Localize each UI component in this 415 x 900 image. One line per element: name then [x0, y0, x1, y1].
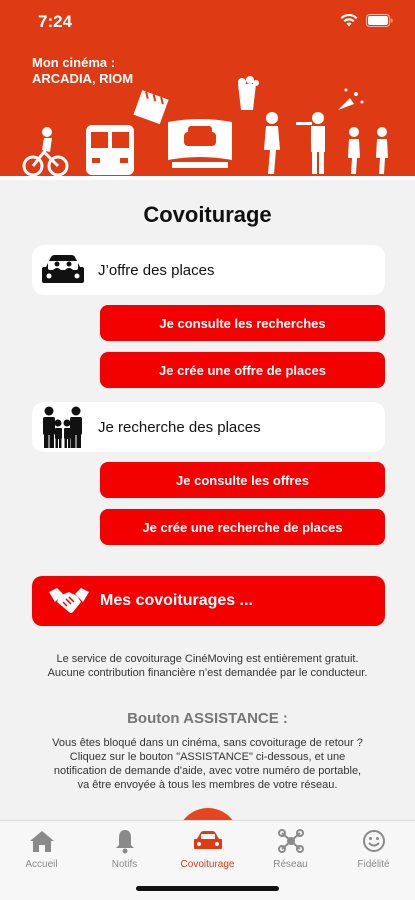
- my-carpools-button[interactable]: Mes covoiturages ...: [32, 576, 385, 626]
- assistance-title: Bouton ASSISTANCE :: [127, 710, 288, 727]
- status-time: 7:24: [38, 12, 73, 31]
- confetti-icon: [338, 88, 364, 110]
- network-icon: [276, 827, 306, 855]
- cinema-caption: Mon cinéma :: [32, 55, 116, 70]
- tab-notifications[interactable]: Notifs: [83, 827, 166, 877]
- waiter-icon: [296, 112, 325, 174]
- tab-carpool-label: Covoiturage: [180, 859, 235, 870]
- home-icon: [27, 827, 57, 855]
- header-illustration: [0, 76, 415, 180]
- tab-network[interactable]: Réseau: [249, 827, 332, 877]
- tab-home[interactable]: Accueil: [0, 827, 83, 877]
- offer-section-label: J’offre des places: [98, 261, 215, 279]
- tab-network-label: Réseau: [273, 859, 308, 870]
- walking-person-icon: [264, 112, 280, 174]
- create-offer-button[interactable]: Je crée une offre de places: [100, 352, 385, 388]
- clapperboard-icon: [133, 90, 169, 125]
- car-passengers-icon: [38, 245, 88, 295]
- create-search-button[interactable]: Je crée une recherche de places: [100, 509, 385, 545]
- consult-offers-button[interactable]: Je consulte les offres: [100, 462, 385, 498]
- tab-notifications-label: Notifs: [111, 859, 138, 870]
- free-service-line-1: Le service de covoiturage CinéMoving est…: [56, 653, 359, 665]
- family-icon: [38, 402, 88, 452]
- home-indicator: [136, 886, 279, 891]
- smiley-icon: [359, 827, 389, 855]
- consult-searches-button[interactable]: Je consulte les recherches: [100, 305, 385, 341]
- wifi-icon: [340, 14, 358, 27]
- assistance-description: Vous êtes bloqué dans un cinéma, sans co…: [16, 736, 399, 792]
- page-title: Covoiturage: [143, 202, 272, 227]
- handshake-icon: [42, 576, 96, 626]
- my-carpools-label: Mes covoiturages ...: [100, 592, 253, 609]
- search-section-label: Je recherche des places: [98, 418, 261, 436]
- search-section-header: Je recherche des places: [32, 402, 385, 452]
- bus-icon: [86, 125, 134, 175]
- assistance-line-3: notification de demande d'aide, avec vot…: [53, 765, 362, 777]
- assistance-line-2: Cliquez sur le bouton "ASSISTANCE" ci-de…: [69, 751, 346, 763]
- car-icon: [193, 827, 223, 855]
- status-icons: [340, 14, 393, 27]
- tab-carpool[interactable]: Covoiturage: [166, 827, 249, 877]
- pedestrians-icon: [348, 127, 388, 174]
- free-service-notice: Le service de covoiturage CinéMoving est…: [16, 652, 399, 680]
- drive-in-screen-icon: [168, 119, 232, 168]
- battery-icon: [366, 14, 393, 27]
- offer-section-header: J’offre des places: [32, 245, 385, 295]
- tab-loyalty-label: Fidélité: [357, 859, 390, 870]
- tab-loyalty[interactable]: Fidélité: [332, 827, 415, 877]
- bell-icon: [110, 827, 140, 855]
- tab-home-label: Accueil: [25, 859, 58, 870]
- assistance-line-1: Vous êtes bloqué dans un cinéma, sans co…: [52, 737, 363, 749]
- main-content: Covoiturage J’offre des places Je consul…: [0, 180, 415, 870]
- assistance-line-4: va être envoyée à tous les membres de vo…: [77, 779, 338, 791]
- popcorn-icon: [238, 76, 259, 110]
- status-bar: 7:24: [0, 0, 415, 44]
- header: 7:24 Mon cinéma : ARCADIA, RIOM: [0, 0, 415, 180]
- free-service-line-2: Aucune contribution financière n’est dem…: [47, 667, 368, 679]
